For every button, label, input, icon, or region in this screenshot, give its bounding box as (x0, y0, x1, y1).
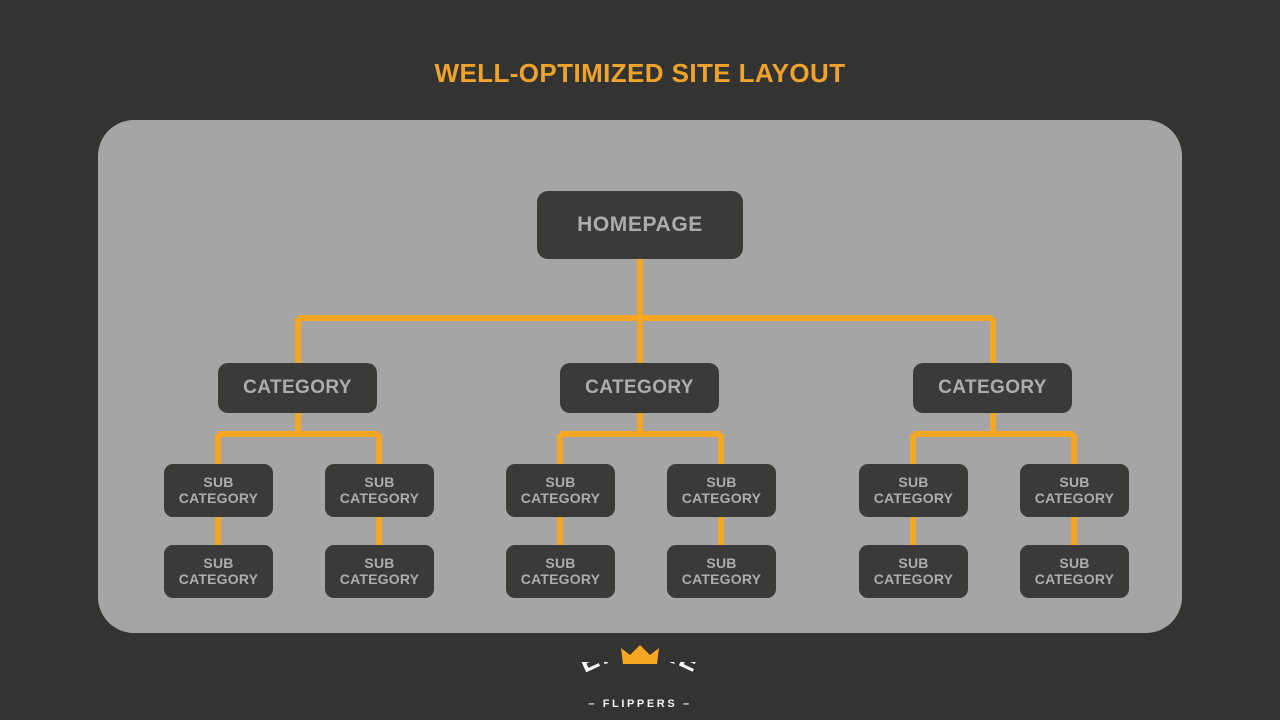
node-subcategory-line-2: CATEGORY (1034, 489, 1115, 506)
logo-brand-text: EMPIRE (574, 662, 705, 678)
node-subcategory-line-1: SUB (706, 473, 737, 490)
node-subcategory-line-1: SUB (545, 554, 576, 571)
diagram-panel: HOMEPAGE CATEGORY SUB CATEGORY SUB CATEG… (98, 120, 1182, 633)
node-homepage-label: HOMEPAGE (577, 213, 703, 237)
node-category-label: CATEGORY (243, 377, 352, 399)
logo-subbrand-label: – FLIPPERS – (588, 698, 692, 710)
node-subcategory-line-1: SUB (1059, 554, 1090, 571)
node-subcategory-line-1: SUB (545, 473, 576, 490)
node-subcategory-line-2: CATEGORY (339, 570, 420, 587)
page-title: WELL-OPTIMIZED SITE LAYOUT (434, 58, 846, 88)
node-subcategory-line-2: CATEGORY (681, 570, 762, 587)
node-subcategory-line-1: SUB (364, 473, 395, 490)
node-subcategory-2-2[interactable]: SUB CATEGORY (667, 464, 776, 517)
node-category-label: CATEGORY (938, 377, 1047, 399)
node-subcategory-2-1-child[interactable]: SUB CATEGORY (506, 545, 615, 598)
node-subcategory-line-2: CATEGORY (520, 570, 601, 587)
node-category-1[interactable]: CATEGORY (218, 363, 377, 413)
node-subcategory-line-1: SUB (364, 554, 395, 571)
node-subcategory-line-1: SUB (203, 473, 234, 490)
node-subcategory-line-1: SUB (706, 554, 737, 571)
logo-brand-label: EMPIRE (574, 662, 703, 678)
node-subcategory-line-2: CATEGORY (178, 489, 259, 506)
node-subcategory-1-1[interactable]: SUB CATEGORY (164, 464, 273, 517)
node-subcategory-3-1-child[interactable]: SUB CATEGORY (859, 545, 968, 598)
node-subcategory-3-2[interactable]: SUB CATEGORY (1020, 464, 1129, 517)
node-subcategory-2-1[interactable]: SUB CATEGORY (506, 464, 615, 517)
footer-logo: EMPIRE – FLIPPERS – (540, 644, 740, 716)
node-subcategory-line-2: CATEGORY (873, 570, 954, 587)
node-subcategory-3-1[interactable]: SUB CATEGORY (859, 464, 968, 517)
node-subcategory-1-2-child[interactable]: SUB CATEGORY (325, 545, 434, 598)
node-subcategory-line-2: CATEGORY (339, 489, 420, 506)
node-homepage[interactable]: HOMEPAGE (537, 191, 743, 259)
node-category-label: CATEGORY (585, 377, 694, 399)
node-subcategory-line-1: SUB (898, 473, 929, 490)
node-subcategory-line-1: SUB (203, 554, 234, 571)
node-category-2[interactable]: CATEGORY (560, 363, 719, 413)
svg-text:EMPIRE: EMPIRE (574, 662, 705, 678)
node-subcategory-line-1: SUB (898, 554, 929, 571)
node-subcategory-line-2: CATEGORY (1034, 570, 1115, 587)
node-subcategory-line-2: CATEGORY (681, 489, 762, 506)
node-subcategory-line-2: CATEGORY (178, 570, 259, 587)
node-subcategory-line-2: CATEGORY (873, 489, 954, 506)
node-subcategory-line-2: CATEGORY (520, 489, 601, 506)
node-subcategory-line-1: SUB (1059, 473, 1090, 490)
node-category-3[interactable]: CATEGORY (913, 363, 1072, 413)
node-subcategory-1-2[interactable]: SUB CATEGORY (325, 464, 434, 517)
node-subcategory-1-1-child[interactable]: SUB CATEGORY (164, 545, 273, 598)
node-subcategory-2-2-child[interactable]: SUB CATEGORY (667, 545, 776, 598)
node-subcategory-3-2-child[interactable]: SUB CATEGORY (1020, 545, 1129, 598)
